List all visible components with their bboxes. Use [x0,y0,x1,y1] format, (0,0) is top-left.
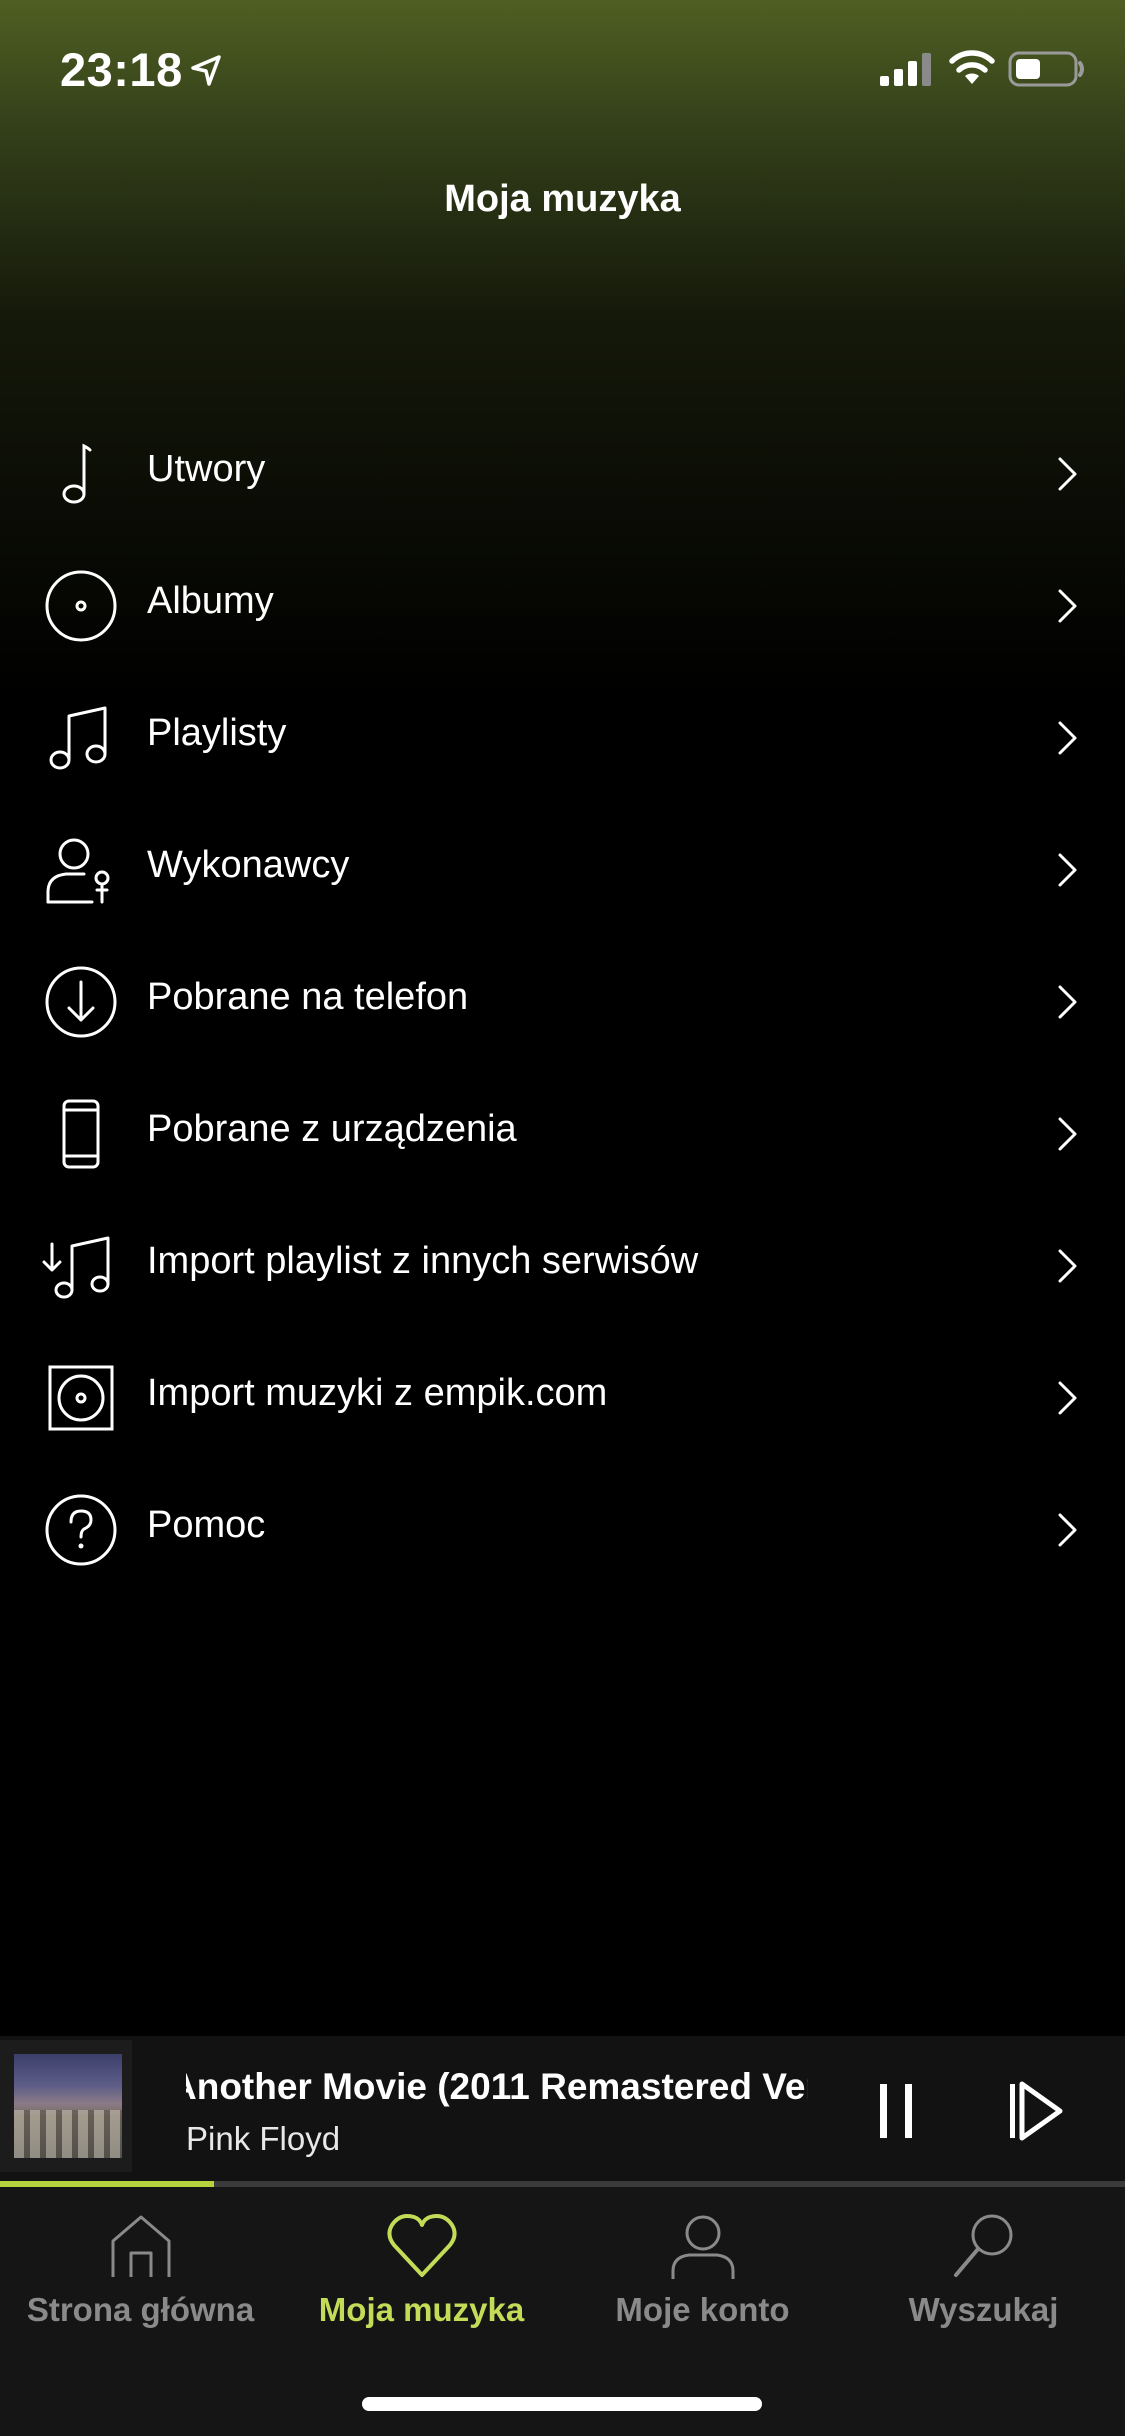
menu-item-albumy[interactable]: Albumy [0,540,1125,672]
chevron-right-icon [1058,721,1077,755]
search-icon [953,2214,1012,2277]
chevron-right-icon [1058,589,1077,623]
menu-item-pobrane-z-urzadzenia[interactable]: Pobrane z urządzenia [0,1068,1125,1200]
menu-item-label: Pomoc [147,1504,266,1546]
chevron-right-icon [1058,1381,1077,1415]
menu-item-label: Import playlist z innych serwisów [147,1240,699,1282]
home-icon [111,2215,170,2277]
album-art[interactable] [0,2040,132,2172]
status-time: 23:18 [60,43,183,96]
help-circle-icon [45,1494,117,1566]
download-circle-icon [45,966,117,1038]
tab-strona-glowna[interactable]: Strona główna [0,2187,281,2347]
menu-item-import-empik[interactable]: Import muzyki z empik.com [0,1332,1125,1464]
menu-item-label: Utwory [147,448,266,490]
album-cover-image [14,2054,122,2158]
tab-moja-muzyka[interactable]: Moja muzyka [281,2187,562,2347]
tab-label: Moja muzyka [318,2291,525,2328]
menu-item-label: Import muzyki z empik.com [147,1372,608,1414]
chevron-right-icon [1058,1513,1077,1547]
menu-item-import-playlist[interactable]: Import playlist z innych serwisów [0,1200,1125,1332]
track-title: Another Movie (2011 Remastered Version) [186,2066,808,2107]
menu-item-label: Pobrane na telefon [147,976,469,1018]
home-indicator [362,2397,762,2411]
menu-item-pobrane-na-telefon[interactable]: Pobrane na telefon [0,936,1125,1068]
album-cover-detail [14,2110,122,2158]
tab-wyszukaj[interactable]: Wyszukaj [843,2187,1124,2347]
mini-player[interactable]: Another Movie (2011 Remastered Version) … [0,2036,1125,2184]
page-title: Moja muzyka [444,178,681,220]
tab-moje-konto[interactable]: Moje konto [562,2187,843,2347]
status-bar: 23:18 [0,0,1125,140]
chevron-right-icon [1058,1249,1077,1283]
tab-label: Strona główna [26,2291,255,2328]
menu-item-label: Pobrane z urządzenia [147,1108,517,1150]
menu-item-label: Albumy [147,580,274,622]
menu-item-utwory[interactable]: Utwory [0,408,1125,540]
track-title-marquee: Another Movie (2011 Remastered Version) [186,2066,808,2116]
menu-item-wykonawcy[interactable]: Wykonawcy [0,804,1125,936]
menu-item-pomoc[interactable]: Pomoc [0,1464,1125,1596]
album-disc-icon [45,570,117,642]
next-track-button[interactable] [1006,2076,1066,2146]
artist-microphone-icon [46,838,110,904]
battery-icon [1008,51,1084,87]
heart-icon [386,2214,457,2277]
chevron-right-icon [1058,853,1077,887]
location-arrow-icon [191,55,221,86]
record-box-icon [48,1365,114,1431]
cellular-signal-icon [880,53,931,86]
pause-button[interactable] [872,2076,922,2146]
menu-item-playlisty[interactable]: Playlisty [0,672,1125,804]
chevron-right-icon [1058,1117,1077,1151]
import-playlist-icon [42,1236,110,1299]
tab-label: Wyszukaj [908,2291,1059,2328]
chevron-right-icon [1058,457,1077,491]
my-music-menu: Utwory Albumy Playlisty Wykonawcy Pobran… [0,408,1125,1596]
person-icon [671,2215,734,2279]
phone-device-icon [62,1099,100,1169]
menu-item-label: Wykonawcy [147,844,350,886]
wifi-icon [949,50,995,84]
music-note-icon [62,443,92,504]
tab-label: Moje konto [615,2291,790,2328]
double-note-icon [49,706,107,770]
track-artist: Pink Floyd [186,2120,341,2157]
chevron-right-icon [1058,985,1077,1019]
menu-item-label: Playlisty [147,712,287,754]
